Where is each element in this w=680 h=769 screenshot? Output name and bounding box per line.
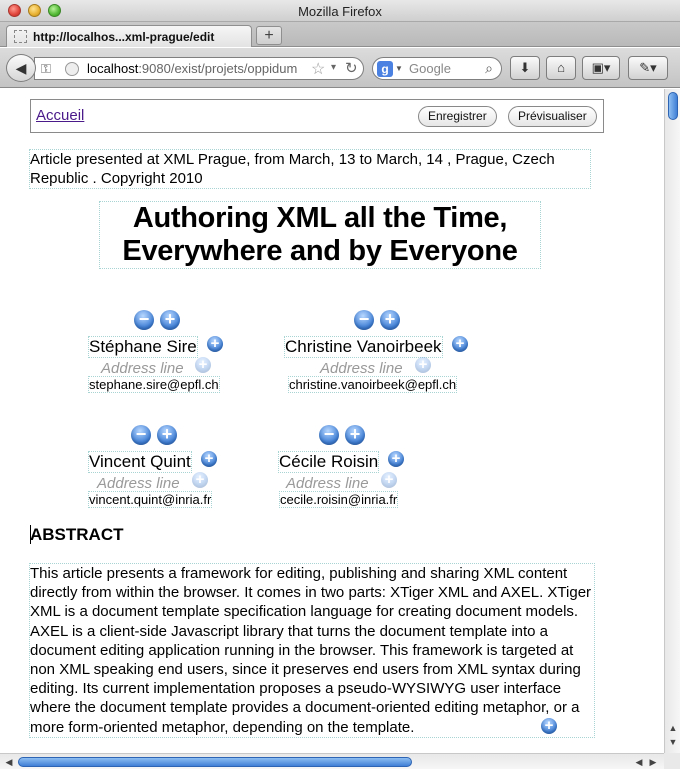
home-button[interactable]: ⌂	[546, 56, 576, 80]
editor-toolbar: Accueil Enregistrer Prévisualiser	[30, 99, 604, 133]
add-author-icon[interactable]: +	[160, 310, 180, 330]
author-name[interactable]: Cécile Roisin	[277, 451, 380, 473]
add-affiliation-icon[interactable]: +	[388, 451, 404, 467]
tab-bar: http://localhos...xml-prague/edit +	[0, 22, 680, 47]
url-text[interactable]: localhost:9080/exist/projets/oppidum	[87, 61, 307, 76]
key-icon: ⚿	[41, 61, 51, 76]
extensions-button[interactable]: ✎▾	[628, 56, 668, 80]
address-line[interactable]: Address line	[320, 360, 403, 377]
conference-info[interactable]: Article presented at XML Prague, from Ma…	[29, 149, 591, 189]
add-paragraph-icon[interactable]: +	[541, 718, 557, 734]
author-email[interactable]: stephane.sire@epfl.ch	[88, 376, 220, 393]
article-title[interactable]: Authoring XML all the Time, Everywhere a…	[99, 201, 541, 269]
search-icon[interactable]: ⌕	[485, 60, 493, 77]
add-address-icon[interactable]: +	[195, 357, 211, 373]
search-bar[interactable]: g ▼ Google ⌕	[372, 57, 502, 80]
remove-author-icon[interactable]: −	[319, 425, 339, 445]
vertical-scrollbar[interactable]: ▲ ▼	[664, 89, 680, 753]
search-engine-dropdown-icon[interactable]: ▼	[395, 64, 403, 73]
navigation-toolbar: ⚿ localhost:9080/exist/projets/oppidum ☆…	[0, 48, 680, 88]
horizontal-scroll-thumb[interactable]	[18, 757, 412, 767]
author-name[interactable]: Christine Vanoirbeek	[284, 336, 443, 358]
add-author-icon[interactable]: +	[157, 425, 177, 445]
add-address-icon[interactable]: +	[192, 472, 208, 488]
abstract-heading: ABSTRACT	[30, 525, 124, 544]
page-viewport: Accueil Enregistrer Prévisualiser Articl…	[0, 89, 664, 753]
abstract-text[interactable]: This article presents a framework for ed…	[29, 563, 595, 738]
remove-author-icon[interactable]: −	[131, 425, 151, 445]
globe-icon	[65, 62, 79, 76]
vertical-scroll-thumb[interactable]	[668, 92, 678, 120]
tab-label: http://localhos...xml-prague/edit	[33, 30, 215, 44]
page-icon	[14, 30, 27, 43]
new-tab-button[interactable]: +	[256, 26, 282, 45]
add-affiliation-icon[interactable]: +	[207, 336, 223, 352]
downloads-button[interactable]: ⬇	[510, 56, 540, 80]
scroll-up-arrow-icon[interactable]: ▲	[665, 723, 680, 737]
home-link[interactable]: Accueil	[36, 107, 84, 124]
add-affiliation-icon[interactable]: +	[201, 451, 217, 467]
window-titlebar: Mozilla Firefox	[0, 0, 680, 22]
bookmark-star-icon[interactable]: ☆	[311, 59, 325, 79]
reload-icon[interactable]: ↻	[345, 59, 358, 77]
address-line[interactable]: Address line	[97, 475, 180, 492]
add-affiliation-icon[interactable]: +	[452, 336, 468, 352]
author-name[interactable]: Vincent Quint	[88, 451, 192, 473]
horizontal-scrollbar[interactable]: ◀ ◀ ▶	[0, 753, 664, 769]
scroll-left-arrow-icon[interactable]: ◀	[632, 755, 646, 769]
history-dropdown-icon[interactable]: ▾	[331, 62, 336, 73]
add-author-icon[interactable]: +	[345, 425, 365, 445]
author-email[interactable]: christine.vanoirbeek@epfl.ch	[287, 376, 458, 393]
remove-author-icon[interactable]: −	[354, 310, 374, 330]
back-button[interactable]: ◀	[6, 54, 36, 82]
preview-button[interactable]: Prévisualiser	[508, 106, 597, 127]
search-input[interactable]: Google	[409, 61, 451, 76]
remove-author-icon[interactable]: −	[134, 310, 154, 330]
bookmarks-menu-button[interactable]: ▣▾	[582, 56, 620, 80]
address-line[interactable]: Address line	[101, 360, 184, 377]
save-button[interactable]: Enregistrer	[418, 106, 497, 127]
author-email[interactable]: vincent.quint@inria.fr	[87, 491, 213, 508]
url-bar[interactable]: ⚿ localhost:9080/exist/projets/oppidum ☆…	[34, 57, 364, 80]
add-address-icon[interactable]: +	[415, 357, 431, 373]
add-address-icon[interactable]: +	[381, 472, 397, 488]
google-icon[interactable]: g	[377, 61, 393, 77]
add-author-icon[interactable]: +	[380, 310, 400, 330]
tab-current[interactable]: http://localhos...xml-prague/edit	[6, 25, 252, 47]
window-title: Mozilla Firefox	[298, 4, 382, 19]
scroll-left-arrow-icon[interactable]: ◀	[2, 755, 16, 769]
author-email[interactable]: cecile.roisin@inria.fr	[278, 491, 399, 508]
scroll-down-arrow-icon[interactable]: ▼	[665, 737, 680, 751]
author-name[interactable]: Stéphane Sire	[88, 336, 198, 358]
address-line[interactable]: Address line	[286, 475, 369, 492]
scrollbar-corner	[664, 753, 680, 769]
scroll-right-arrow-icon[interactable]: ▶	[646, 755, 660, 769]
